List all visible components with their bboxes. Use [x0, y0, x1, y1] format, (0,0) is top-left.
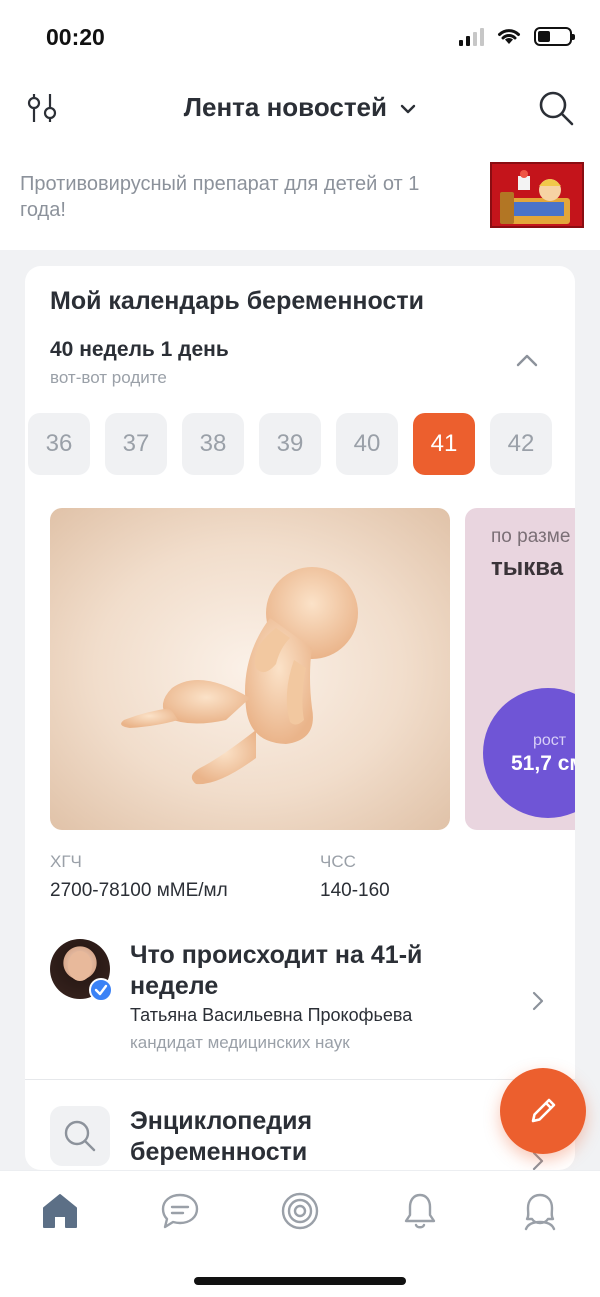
height-label: рост [533, 732, 567, 749]
week-article[interactable]: Что происходит на 41-й неделе Татьяна Ва… [25, 932, 575, 1078]
week-title: 40 недель 1 день [50, 338, 229, 361]
week-pill-38[interactable]: 38 [182, 413, 244, 475]
page-title: Лента новостей [183, 92, 387, 122]
battery-icon [534, 26, 575, 46]
status-bar: 00:20 [0, 0, 600, 72]
height-badge: рост 51,7 см [483, 688, 575, 818]
top-header: Лента новостей [0, 72, 600, 144]
ad-image [490, 162, 584, 228]
chevron-down-icon [401, 104, 416, 114]
collapse-button[interactable] [513, 350, 541, 370]
status-time: 00:20 [46, 24, 105, 50]
author-degree: кандидат медицинских наук [130, 1033, 350, 1052]
home-icon [43, 1194, 77, 1228]
pregnancy-calendar-card: Мой календарь беременности 40 недель 1 д… [25, 266, 575, 1170]
week-pill-42[interactable]: 42 [490, 413, 552, 475]
target-icon [281, 1192, 319, 1230]
hcg-label: ХГЧ [50, 852, 82, 871]
ad-banner[interactable]: Противовирусный препарат для детей от 1 … [0, 144, 600, 250]
hcg-metric: ХГЧ 2700-78100 мМЕ/мл [50, 852, 228, 902]
tab-target[interactable] [278, 1189, 322, 1233]
verified-icon [89, 978, 113, 1002]
chevron-up-icon [516, 354, 538, 367]
compose-button[interactable] [500, 1068, 586, 1154]
heart-rate-value: 140-160 [320, 880, 390, 901]
week-subtitle: вот-вот родите [50, 368, 167, 387]
heart-rate-label: ЧСС [320, 852, 356, 871]
tab-profile[interactable] [518, 1189, 562, 1233]
size-fruit: тыква [491, 554, 564, 581]
ad-text: Противовирусный препарат для детей от 1 … [20, 173, 420, 221]
tab-notifications[interactable] [398, 1189, 442, 1233]
encyclopedia-title: Энциклопедия беременности [130, 1107, 313, 1166]
week-pill-37[interactable]: 37 [105, 413, 167, 475]
signal-icon [459, 26, 484, 46]
tab-home[interactable] [38, 1189, 82, 1233]
chat-icon [161, 1193, 199, 1229]
article-title: Что происходит на 41-й неделе [130, 941, 423, 1000]
heart-rate-metric: ЧСС 140-160 [320, 852, 390, 902]
height-value: 51,7 см [511, 752, 575, 775]
week-selector: 36 37 38 39 40 41 42 [28, 413, 552, 475]
pencil-icon [531, 1098, 556, 1123]
wifi-icon [498, 29, 520, 44]
tab-chat[interactable] [158, 1189, 202, 1233]
hcg-value: 2700-78100 мМЕ/мл [50, 880, 228, 901]
chevron-right-icon [532, 991, 544, 1011]
week-pill-41[interactable]: 41 [413, 413, 475, 475]
article-author: Татьяна Васильевна Прокофьева [130, 1005, 413, 1025]
feed-selector[interactable]: Лента новостей [0, 92, 600, 123]
bell-icon [404, 1193, 436, 1229]
search-button[interactable] [534, 86, 578, 130]
encyclopedia-link[interactable]: Энциклопедия беременности [25, 1080, 575, 1170]
user-icon [524, 1193, 556, 1231]
fetus-illustration[interactable] [50, 508, 450, 830]
card-title: Мой календарь беременности [50, 287, 424, 315]
search-icon [539, 91, 574, 126]
week-pill-36[interactable]: 36 [28, 413, 90, 475]
week-pill-39[interactable]: 39 [259, 413, 321, 475]
size-card[interactable]: по разме тыква рост 51,7 см [465, 508, 575, 830]
week-pill-40[interactable]: 40 [336, 413, 398, 475]
home-indicator [194, 1277, 406, 1285]
encyclopedia-search-icon [50, 1106, 110, 1166]
size-label: по разме [491, 526, 571, 547]
status-icons [459, 26, 575, 46]
